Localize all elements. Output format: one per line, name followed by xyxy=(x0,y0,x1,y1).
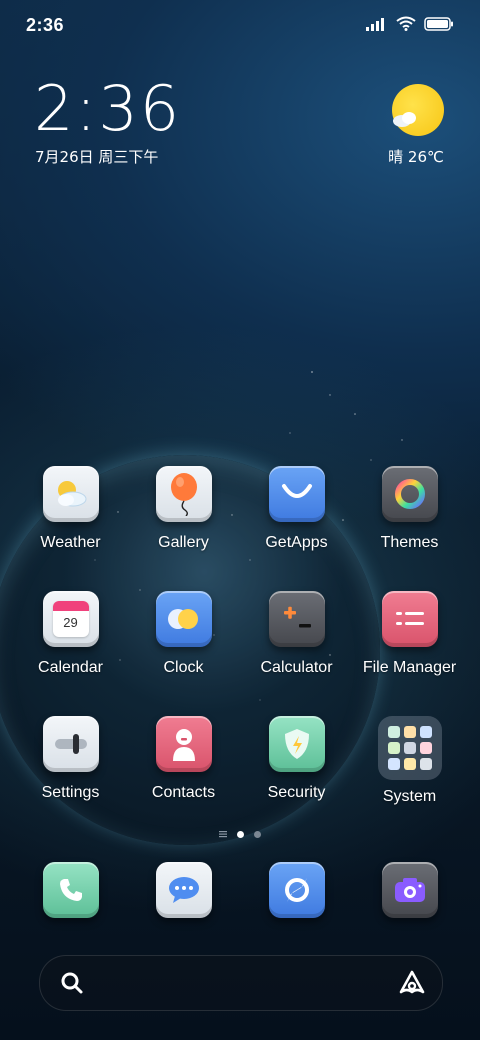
app-file-manager[interactable]: File Manager xyxy=(353,591,466,677)
dock-phone[interactable] xyxy=(14,862,127,918)
assistant-icon[interactable] xyxy=(398,969,426,997)
messages-icon xyxy=(155,862,212,918)
app-label: Themes xyxy=(380,534,439,551)
app-label: Gallery xyxy=(158,534,209,551)
dock-camera[interactable] xyxy=(353,862,466,918)
app-label: File Manager xyxy=(362,659,457,676)
person-icon xyxy=(155,716,212,772)
calendar-date: 29 xyxy=(63,615,78,630)
wifi-icon xyxy=(396,16,416,31)
app-getapps[interactable]: GetApps xyxy=(240,466,353,552)
battery-icon xyxy=(424,16,453,31)
app-calendar[interactable]: 29 Calendar xyxy=(14,591,127,677)
home-clock[interactable]: 2:36 xyxy=(34,76,181,142)
toggle-icon xyxy=(42,716,99,772)
page-dot-active[interactable] xyxy=(237,830,244,838)
camera-icon xyxy=(381,862,438,918)
status-time: 2:36 xyxy=(26,15,65,35)
app-weather[interactable]: Weather xyxy=(14,466,127,552)
status-bar: 2:36 xyxy=(0,0,480,50)
app-label: GetApps xyxy=(265,534,328,551)
phone-icon xyxy=(42,862,99,918)
app-label: Security xyxy=(267,784,326,801)
browser-icon xyxy=(268,862,325,918)
folder-grid-icon xyxy=(377,716,442,780)
app-calculator[interactable]: Calculator xyxy=(240,591,353,677)
ring-icon xyxy=(381,466,438,522)
app-label: Contacts xyxy=(151,784,216,801)
page-dot[interactable] xyxy=(254,830,261,838)
app-settings[interactable]: Settings xyxy=(14,716,127,802)
app-gallery[interactable]: Gallery xyxy=(127,466,240,552)
dock-browser[interactable] xyxy=(240,862,353,918)
app-contacts[interactable]: Contacts xyxy=(127,716,240,802)
clock-icon xyxy=(155,591,212,647)
signal-icon xyxy=(366,17,384,31)
app-security[interactable]: Security xyxy=(240,716,353,802)
search-bar[interactable] xyxy=(39,955,443,1011)
cloud-icon xyxy=(393,112,416,127)
folder-icon xyxy=(381,591,438,647)
app-clock[interactable]: Clock xyxy=(127,591,240,677)
shield-icon xyxy=(268,716,325,772)
calculator-icon xyxy=(268,591,325,647)
app-label: Clock xyxy=(163,659,204,676)
search-icon[interactable] xyxy=(60,971,84,995)
dock-messages[interactable] xyxy=(127,862,240,918)
weather-text: 晴 26℃ xyxy=(388,148,444,166)
app-label: Settings xyxy=(41,784,100,801)
app-system-folder[interactable]: System xyxy=(353,716,466,806)
home-date: 7月26日 周三下午 xyxy=(35,148,159,166)
app-label: Calendar xyxy=(38,659,103,676)
page-indicator[interactable] xyxy=(0,830,480,838)
feed-page-icon[interactable] xyxy=(219,830,227,838)
calendar-icon: 29 xyxy=(42,591,99,647)
balloon-icon xyxy=(155,466,212,522)
weather-icon xyxy=(42,466,99,522)
app-themes[interactable]: Themes xyxy=(353,466,466,552)
app-label: System xyxy=(382,788,437,805)
app-label: Calculator xyxy=(260,659,333,676)
shopping-bag-icon xyxy=(268,466,325,522)
app-label: Weather xyxy=(40,534,101,551)
